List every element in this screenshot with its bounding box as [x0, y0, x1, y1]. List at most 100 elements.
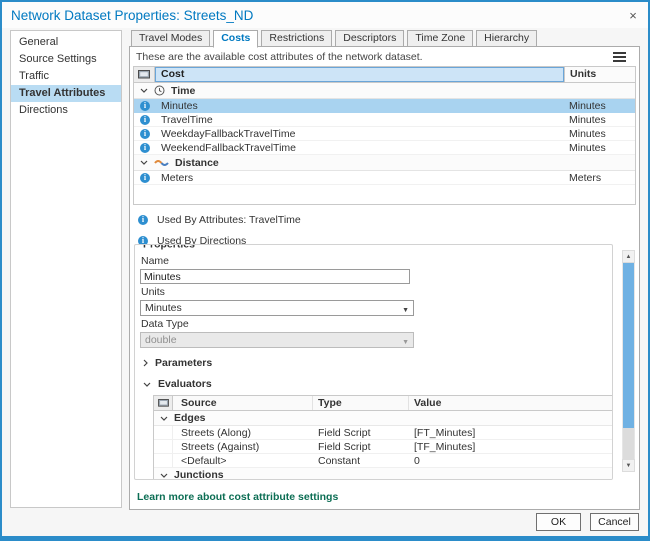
cancel-button[interactable]: Cancel	[590, 513, 639, 531]
group-row-junctions[interactable]: Junctions	[154, 468, 612, 480]
type-column-header[interactable]: Type	[313, 396, 409, 410]
group-label-junctions: Junctions	[174, 469, 224, 480]
distance-icon	[154, 159, 169, 167]
info-icon: i	[140, 172, 150, 183]
group-label-edges: Edges	[174, 412, 206, 424]
evaluator-row-streets-along[interactable]: Streets (Along) Field Script [FT_Minutes…	[154, 426, 612, 440]
table-empty-space	[134, 185, 635, 204]
sidebar-item-traffic[interactable]: Traffic	[11, 68, 121, 85]
menu-icon[interactable]	[613, 52, 627, 63]
evaluators-expander[interactable]: Evaluators	[143, 378, 604, 390]
type-cell: Field Script	[318, 426, 371, 439]
tab-time-zone[interactable]: Time Zone	[407, 30, 474, 47]
source-cell: Streets (Along)	[181, 426, 252, 439]
evaluator-column-icon	[154, 396, 173, 410]
source-cell: <Default>	[181, 454, 227, 467]
properties-groupbox: Properties Name Units Minutes ▼ Data Typ…	[134, 244, 613, 480]
cost-row-minutes[interactable]: i Minutes Minutes	[134, 99, 635, 113]
units-dropdown[interactable]: Minutes ▼	[140, 300, 414, 316]
tab-travel-modes[interactable]: Travel Modes	[131, 30, 211, 47]
units-column-header[interactable]: Units	[564, 67, 635, 82]
chevron-down-icon[interactable]	[140, 88, 148, 93]
evaluators-label: Evaluators	[158, 378, 212, 390]
cost-column-header[interactable]: Cost	[155, 67, 564, 82]
parameters-label: Parameters	[155, 357, 213, 369]
info-icon: i	[140, 114, 150, 125]
row-icon-cell	[154, 426, 173, 439]
ok-button[interactable]: OK	[536, 513, 581, 531]
learn-more-link[interactable]: Learn more about cost attribute settings	[137, 491, 338, 503]
cost-units: Minutes	[569, 127, 606, 140]
close-button[interactable]: ×	[618, 4, 648, 26]
network-dataset-properties-dialog: Network Dataset Properties: Streets_ND ×…	[0, 0, 650, 541]
evaluator-row-streets-against[interactable]: Streets (Against) Field Script [TF_Minut…	[154, 440, 612, 454]
tab-hierarchy[interactable]: Hierarchy	[476, 30, 538, 47]
sidebar-item-source-settings[interactable]: Source Settings	[11, 51, 121, 68]
tab-costs[interactable]: Costs	[213, 30, 259, 48]
units-selected-value: Minutes	[145, 302, 182, 314]
info-icon: i	[138, 215, 148, 225]
used-by-attributes-row: i Used By Attributes: TravelTime	[133, 214, 639, 226]
tab-bar: Travel Modes Costs Restrictions Descript…	[129, 30, 640, 48]
cost-units: Minutes	[569, 141, 606, 154]
sidebar-item-travel-attributes[interactable]: Travel Attributes	[11, 85, 121, 102]
name-field[interactable]	[140, 269, 410, 284]
scrollbar-thumb[interactable]	[623, 263, 634, 428]
cost-units: Minutes	[569, 99, 606, 112]
group-label-distance: Distance	[175, 156, 219, 169]
value-cell: [TF_Minutes]	[414, 440, 476, 453]
parameters-expander[interactable]: Parameters	[143, 357, 604, 369]
value-column-header[interactable]: Value	[409, 396, 612, 410]
row-icon-cell	[154, 454, 173, 467]
cost-units: Minutes	[569, 113, 606, 126]
chevron-down-icon[interactable]	[140, 160, 148, 165]
chevron-down-icon[interactable]	[143, 382, 151, 387]
footer-buttons: OK Cancel	[536, 513, 639, 531]
description-row: These are the available cost attributes …	[130, 47, 639, 65]
chevron-down-icon[interactable]	[160, 473, 168, 478]
data-type-selected-value: double	[145, 334, 177, 346]
group-row-edges[interactable]: Edges	[154, 411, 612, 426]
type-cell: Field Script	[318, 440, 371, 453]
evaluators-table: Source Type Value Edges Streets (Along) …	[153, 395, 612, 480]
chevron-down-icon: ▼	[402, 339, 409, 346]
tab-descriptors[interactable]: Descriptors	[335, 30, 405, 47]
evaluator-column-icon	[134, 67, 155, 82]
chevron-down-icon[interactable]	[160, 416, 168, 421]
cost-row-weekend-fallback[interactable]: i WeekendFallbackTravelTime Minutes	[134, 141, 635, 155]
info-icon: i	[140, 128, 150, 139]
scroll-up-icon[interactable]: ▲	[622, 250, 635, 263]
info-icon: i	[140, 142, 150, 153]
content-area: Travel Modes Costs Restrictions Descript…	[129, 30, 640, 510]
scrollbar-track[interactable]	[622, 263, 635, 459]
properties-scrollbar[interactable]: ▲ ▼	[622, 250, 635, 472]
costs-panel: These are the available cost attributes …	[129, 46, 640, 510]
row-icon-cell	[154, 440, 173, 453]
chevron-down-icon: ▼	[402, 307, 409, 314]
sidebar-item-directions[interactable]: Directions	[11, 102, 121, 119]
cost-name: Meters	[161, 171, 194, 184]
chevron-right-icon[interactable]	[143, 359, 148, 367]
group-row-distance[interactable]: Distance	[134, 155, 635, 171]
tab-restrictions[interactable]: Restrictions	[261, 30, 333, 47]
data-type-dropdown: double ▼	[140, 332, 414, 348]
info-icon: i	[140, 100, 150, 111]
properties-legend: Properties	[140, 245, 198, 251]
close-icon: ×	[629, 7, 637, 23]
source-cell: Streets (Against)	[181, 440, 260, 453]
sidebar-item-general[interactable]: General	[11, 34, 121, 51]
cost-row-traveltime[interactable]: i TravelTime Minutes	[134, 113, 635, 127]
cost-row-weekday-fallback[interactable]: i WeekdayFallbackTravelTime Minutes	[134, 127, 635, 141]
sidebar: General Source Settings Traffic Travel A…	[10, 30, 122, 508]
dialog-title: Network Dataset Properties: Streets_ND	[11, 7, 254, 23]
panel-description: These are the available cost attributes …	[136, 51, 423, 63]
scroll-down-icon[interactable]: ▼	[622, 459, 635, 472]
cost-name: WeekendFallbackTravelTime	[161, 141, 296, 154]
evaluator-row-default-edges[interactable]: <Default> Constant 0	[154, 454, 612, 468]
used-by-attributes-text: Used By Attributes: TravelTime	[157, 214, 301, 226]
units-label: Units	[141, 286, 165, 298]
source-column-header[interactable]: Source	[173, 396, 313, 410]
title-bar: Network Dataset Properties: Streets_ND ×	[2, 2, 648, 28]
cost-row-meters[interactable]: i Meters Meters	[134, 171, 635, 185]
group-row-time[interactable]: Time	[134, 83, 635, 99]
